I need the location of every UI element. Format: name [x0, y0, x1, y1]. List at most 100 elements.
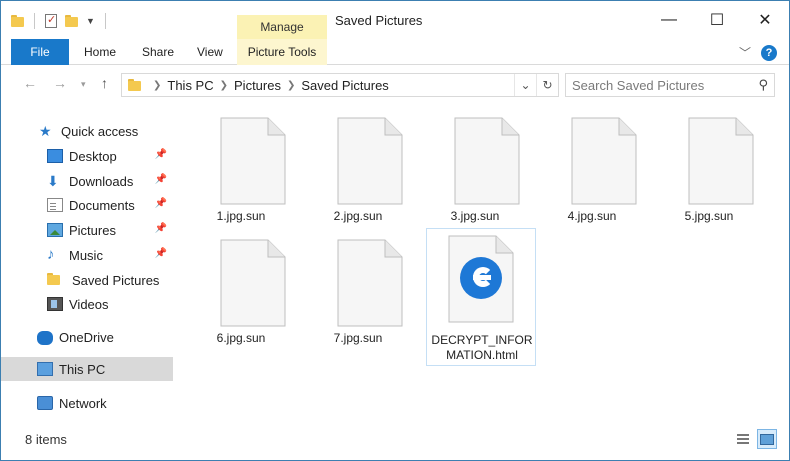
file-name: 2.jpg.sun — [333, 209, 383, 223]
ribbon-right-controls: ﹀ ? — [739, 44, 777, 61]
window-controls: — ☐ ✕ — [645, 1, 789, 39]
sidebar-item-onedrive[interactable]: OneDrive — [1, 325, 173, 349]
file-name: 4.jpg.sun — [567, 209, 617, 223]
sidebar-item-downloads[interactable]: ⬇ Downloads 📌 — [1, 169, 173, 193]
tab-picture-tools[interactable]: Picture Tools — [237, 39, 327, 65]
tab-file[interactable]: File — [11, 39, 69, 65]
pin-icon: 📌 — [154, 198, 167, 209]
toolbar-divider — [104, 13, 106, 29]
minimize-button[interactable]: — — [645, 1, 693, 39]
file-item[interactable]: 7.jpg.sun — [304, 231, 412, 361]
file-name-line: MATION.html — [446, 348, 518, 362]
pin-icon: 📌 — [154, 248, 167, 259]
blank-file-icon — [337, 117, 403, 205]
onedrive-icon — [37, 331, 53, 345]
properties-icon[interactable] — [45, 13, 57, 28]
file-item[interactable]: 4.jpg.sun — [538, 109, 646, 239]
blank-file-icon — [337, 239, 403, 327]
tab-share[interactable]: Share — [142, 39, 174, 65]
file-name: 3.jpg.sun — [450, 209, 500, 223]
status-bar: 8 items — [1, 429, 789, 460]
breadcrumb-this-pc[interactable]: This PC — [167, 78, 213, 93]
new-folder-icon[interactable] — [65, 15, 78, 27]
navigation-bar: ← → ▾ ↑ ❯ This PC ❯ Pictures ❯ Saved Pic… — [1, 65, 789, 103]
edge-html-icon — [460, 257, 502, 299]
sidebar-item-saved-pictures[interactable]: Saved Pictures — [1, 268, 173, 292]
folder-icon — [11, 15, 24, 27]
forward-arrow-icon[interactable]: → — [53, 75, 67, 91]
file-name: 1.jpg.sun — [216, 209, 266, 223]
manage-context-tab[interactable]: Manage — [237, 15, 327, 39]
sidebar-item-label: Downloads — [69, 173, 134, 189]
view-toggle — [733, 429, 777, 449]
file-name: DECRYPT_INFOR MATION.html — [427, 333, 537, 363]
file-item[interactable]: 3.jpg.sun — [421, 109, 529, 239]
expand-ribbon-chevron-icon[interactable]: ﹀ — [739, 44, 751, 61]
title-bar: ▼ Manage Saved Pictures — ☐ ✕ — [1, 1, 789, 39]
sidebar-item-label: OneDrive — [59, 329, 114, 345]
up-arrow-icon[interactable]: ↑ — [101, 75, 108, 91]
breadcrumb-saved-pictures[interactable]: Saved Pictures — [301, 78, 388, 93]
music-icon: ♪ — [47, 246, 55, 263]
recent-locations-chevron-icon[interactable]: ▾ — [81, 79, 86, 90]
address-bar[interactable]: ❯ This PC ❯ Pictures ❯ Saved Pictures ⌄ … — [121, 73, 559, 97]
blank-file-icon — [571, 117, 637, 205]
sidebar-item-network[interactable]: Network — [1, 391, 173, 415]
star-icon: ★ — [39, 123, 52, 139]
download-icon: ⬇ — [47, 173, 59, 189]
sidebar-item-label: Videos — [69, 296, 109, 312]
address-dropdown-chevron-icon[interactable]: ⌄ — [514, 74, 536, 96]
navigation-pane: ★ Quick access Desktop 📌 ⬇ Downloads 📌 D… — [1, 111, 173, 429]
file-item-decrypt-information[interactable]: DECRYPT_INFOR MATION.html — [426, 228, 536, 366]
breadcrumb-separator-icon[interactable]: ❯ — [153, 80, 161, 91]
blank-file-icon — [454, 117, 520, 205]
refresh-icon[interactable]: ↻ — [536, 74, 558, 96]
help-icon[interactable]: ? — [761, 44, 777, 61]
back-arrow-icon[interactable]: ← — [23, 75, 37, 91]
large-icons-view-icon — [760, 433, 774, 445]
breadcrumb-pictures[interactable]: Pictures — [234, 78, 281, 93]
maximize-button[interactable]: ☐ — [693, 1, 741, 39]
folder-icon — [128, 79, 141, 91]
customize-toolbar-arrow-icon[interactable]: ▼ — [86, 16, 95, 26]
explorer-window: ▼ Manage Saved Pictures — ☐ ✕ File Home … — [0, 0, 790, 461]
edge-logo-bar — [473, 275, 491, 280]
breadcrumb-separator-icon[interactable]: ❯ — [220, 80, 228, 91]
sidebar-item-documents[interactable]: Documents 📌 — [1, 193, 173, 217]
address-bar-buttons: ⌄ ↻ — [514, 74, 558, 96]
sidebar-item-label: Desktop — [69, 148, 117, 164]
folder-icon — [47, 273, 63, 287]
breadcrumb-separator-icon[interactable]: ❯ — [287, 80, 295, 91]
sidebar-item-label: Network — [59, 395, 107, 411]
search-icon[interactable]: ⚲ — [758, 77, 768, 93]
file-item[interactable]: 6.jpg.sun — [187, 231, 295, 361]
tab-view[interactable]: View — [197, 39, 223, 65]
file-name-line: DECRYPT_INFOR — [431, 333, 533, 347]
file-name: 6.jpg.sun — [216, 331, 266, 345]
sidebar-item-label: Saved Pictures — [72, 272, 160, 288]
sidebar-item-videos[interactable]: Videos — [1, 292, 173, 316]
pin-icon: 📌 — [154, 223, 167, 234]
search-box[interactable]: ⚲ — [565, 73, 775, 97]
tab-home[interactable]: Home — [84, 39, 116, 65]
file-name: 7.jpg.sun — [333, 331, 383, 345]
sidebar-item-quick-access[interactable]: ★ Quick access — [1, 119, 173, 143]
large-icons-view-button[interactable] — [757, 429, 777, 449]
search-input[interactable] — [572, 77, 750, 93]
file-item[interactable]: 1.jpg.sun — [187, 109, 295, 239]
computer-icon — [37, 362, 53, 376]
item-count: 8 items — [25, 432, 67, 447]
window-title: Saved Pictures — [335, 13, 423, 28]
sidebar-item-desktop[interactable]: Desktop 📌 — [1, 144, 173, 168]
file-item[interactable]: 5.jpg.sun — [655, 109, 763, 239]
file-item[interactable]: 2.jpg.sun — [304, 109, 412, 239]
desktop-icon — [47, 149, 63, 163]
sidebar-item-this-pc[interactable]: This PC — [1, 357, 173, 381]
toolbar-divider — [34, 13, 35, 29]
sidebar-item-music[interactable]: ♪ Music 📌 — [1, 243, 173, 267]
details-view-button[interactable] — [733, 429, 753, 449]
close-button[interactable]: ✕ — [741, 1, 789, 39]
documents-icon — [47, 198, 63, 212]
sidebar-item-label: Quick access — [61, 123, 139, 139]
sidebar-item-pictures[interactable]: Pictures 📌 — [1, 218, 173, 242]
